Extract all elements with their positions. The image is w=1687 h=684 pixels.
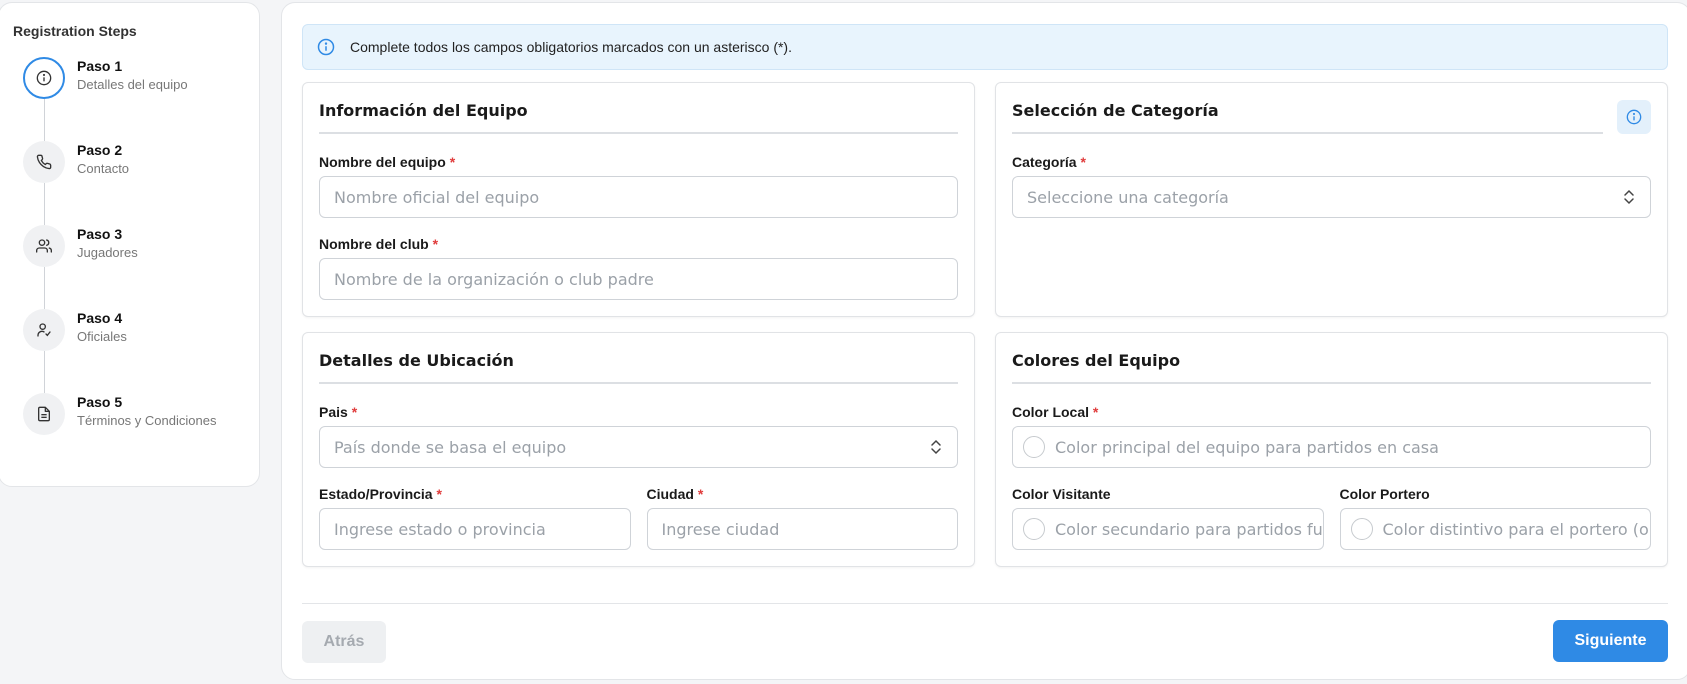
info-banner: Complete todos los campos obligatorios m… <box>302 24 1668 70</box>
away-color-label: Color Visitante <box>1012 486 1111 502</box>
country-select[interactable]: País donde se basa el equipo <box>319 426 958 468</box>
info-icon <box>317 38 335 56</box>
step-2-circle <box>23 141 65 183</box>
state-label: Estado/Provincia * <box>319 486 442 502</box>
step-3[interactable]: Paso 3 Jugadores <box>13 225 259 309</box>
chevron-up-down-icon <box>931 439 941 455</box>
step-5-subtitle: Términos y Condiciones <box>77 413 217 428</box>
home-color-swatch[interactable] <box>1023 436 1045 458</box>
footer-divider <box>302 603 1668 604</box>
step-2[interactable]: Paso 2 Contacto <box>13 141 259 225</box>
keeper-color-input[interactable]: Color distintivo para el portero (opcion… <box>1339 508 1651 550</box>
step-connector <box>44 351 45 393</box>
team-name-input[interactable]: Nombre oficial del equipo <box>319 176 958 218</box>
step-1-title: Paso 1 <box>77 58 123 74</box>
step-4[interactable]: Paso 4 Oficiales <box>13 309 259 393</box>
category-select[interactable]: Seleccione una categoría <box>1012 176 1651 218</box>
category-info-button[interactable] <box>1617 100 1651 134</box>
chevron-up-down-icon <box>1624 189 1634 205</box>
club-name-input[interactable]: Nombre de la organización o club padre <box>319 258 958 300</box>
info-icon <box>36 70 52 86</box>
category-label: Categoría * <box>1012 154 1086 170</box>
step-3-title: Paso 3 <box>77 226 123 242</box>
location-title: Detalles de Ubicación <box>319 333 958 384</box>
category-card: Selección de Categoría Categoría * Selec… <box>995 82 1668 317</box>
keeper-color-swatch[interactable] <box>1350 518 1373 540</box>
city-input[interactable]: Ingrese ciudad <box>646 508 958 550</box>
step-4-title: Paso 4 <box>77 310 123 326</box>
step-1-subtitle: Detalles del equipo <box>77 77 188 92</box>
team-info-title: Información del Equipo <box>319 83 958 134</box>
info-icon <box>1626 109 1642 125</box>
location-card: Detalles de Ubicación Pais * País donde … <box>302 332 975 567</box>
step-4-circle <box>23 309 65 351</box>
registration-steps-sidebar: Registration Steps Paso 1 Detalles del e… <box>0 2 260 487</box>
team-colors-title: Colores del Equipo <box>1012 333 1651 384</box>
banner-text: Complete todos los campos obligatorios m… <box>350 39 792 55</box>
next-button[interactable]: Siguiente <box>1553 620 1668 662</box>
state-input[interactable]: Ingrese estado o provincia <box>319 508 631 550</box>
step-connector <box>44 267 45 309</box>
step-5-circle <box>23 393 65 435</box>
step-4-subtitle: Oficiales <box>77 329 127 344</box>
registration-form-panel: Complete todos los campos obligatorios m… <box>281 2 1687 680</box>
club-name-label: Nombre del club * <box>319 236 439 252</box>
keeper-color-label: Color Portero <box>1339 486 1430 502</box>
team-colors-card: Colores del Equipo Color Local * Color p… <box>995 332 1668 567</box>
back-button[interactable]: Atrás <box>302 621 386 663</box>
step-2-subtitle: Contacto <box>77 161 130 176</box>
steps-list: Paso 1 Detalles del equipo Paso 2 Contac… <box>13 57 259 477</box>
user-check-icon <box>37 323 51 337</box>
phone-icon <box>36 154 52 170</box>
step-3-circle <box>23 225 65 267</box>
step-5-title: Paso 5 <box>77 394 123 410</box>
country-label: Pais * <box>319 404 358 420</box>
sidebar-title: Registration Steps <box>13 23 137 39</box>
team-info-card: Información del Equipo Nombre del equipo… <box>302 82 975 317</box>
step-5[interactable]: Paso 5 Términos y Condiciones <box>13 393 259 477</box>
document-icon <box>38 406 50 422</box>
category-title: Selección de Categoría <box>1012 83 1603 134</box>
step-3-subtitle: Jugadores <box>77 245 138 260</box>
step-connector <box>44 99 45 141</box>
users-icon <box>36 239 52 253</box>
away-color-input[interactable]: Color secundario para partidos fuera <box>1012 508 1324 550</box>
home-color-input[interactable]: Color principal del equipo para partidos… <box>1012 426 1651 468</box>
step-connector <box>44 183 45 225</box>
step-1[interactable]: Paso 1 Detalles del equipo <box>13 57 259 141</box>
step-2-title: Paso 2 <box>77 142 123 158</box>
step-1-circle <box>23 57 65 99</box>
home-color-label: Color Local * <box>1012 404 1099 420</box>
city-label: Ciudad * <box>646 486 704 502</box>
team-name-label: Nombre del equipo * <box>319 154 456 170</box>
away-color-swatch[interactable] <box>1023 518 1045 540</box>
